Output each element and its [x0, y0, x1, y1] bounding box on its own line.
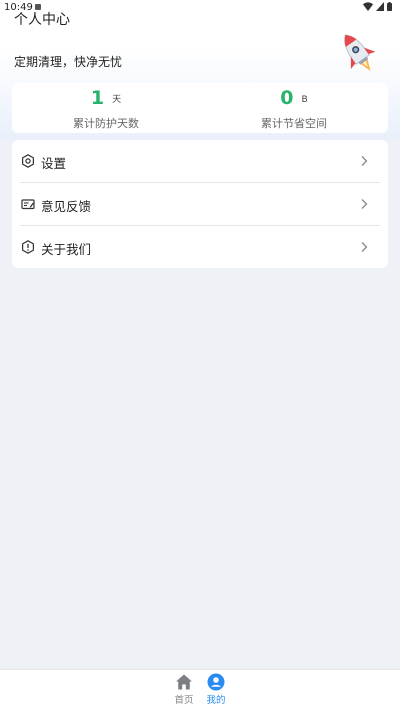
page-title: 个人中心	[14, 12, 70, 28]
protection-days-value: 1	[90, 87, 105, 109]
status-icons	[363, 2, 392, 11]
slogan-text: 定期清理，快净无忧	[14, 55, 123, 69]
menu-label-settings: 设置	[41, 156, 67, 171]
nav-label-mine: 我的	[206, 695, 226, 706]
rocket-icon	[344, 34, 376, 72]
stats-card: 1天 累计防护天数 0B 累计节省空间	[12, 83, 388, 133]
saved-space-unit: B	[301, 95, 308, 105]
wifi-icon	[363, 2, 373, 11]
chevron-right-icon	[361, 199, 368, 209]
nav-tab-mine[interactable]: 我的	[201, 672, 231, 708]
protection-days-stat: 1天 累计防护天数	[12, 83, 200, 133]
battery-icon	[387, 2, 392, 11]
bottom-nav: 首页 我的	[0, 669, 400, 710]
nav-label-home: 首页	[174, 695, 194, 706]
info-icon	[22, 240, 34, 254]
protection-days-label: 累计防护天数	[73, 117, 139, 130]
nav-tab-home[interactable]: 首页	[169, 672, 199, 708]
menu-label-feedback: 意见反馈	[41, 199, 92, 214]
user-icon	[207, 673, 225, 691]
signal-icon	[376, 2, 384, 11]
home-icon	[176, 674, 192, 690]
saved-space-stat: 0B 累计节省空间	[200, 83, 388, 133]
saved-space-value: 0	[280, 87, 294, 109]
protection-days-unit: 天	[112, 95, 122, 105]
feedback-icon	[21, 199, 35, 210]
chevron-right-icon	[361, 156, 368, 166]
menu-item-about[interactable]: 关于我们	[12, 226, 388, 268]
menu-item-settings[interactable]: 设置	[12, 140, 388, 182]
saved-space-label: 累计节省空间	[261, 117, 327, 130]
chevron-right-icon	[361, 242, 368, 252]
menu-item-feedback[interactable]: 意见反馈	[12, 183, 388, 225]
menu-label-about: 关于我们	[41, 242, 92, 257]
gear-icon	[22, 154, 34, 168]
menu-card: 设置 意见反馈 关于我们	[12, 140, 388, 268]
